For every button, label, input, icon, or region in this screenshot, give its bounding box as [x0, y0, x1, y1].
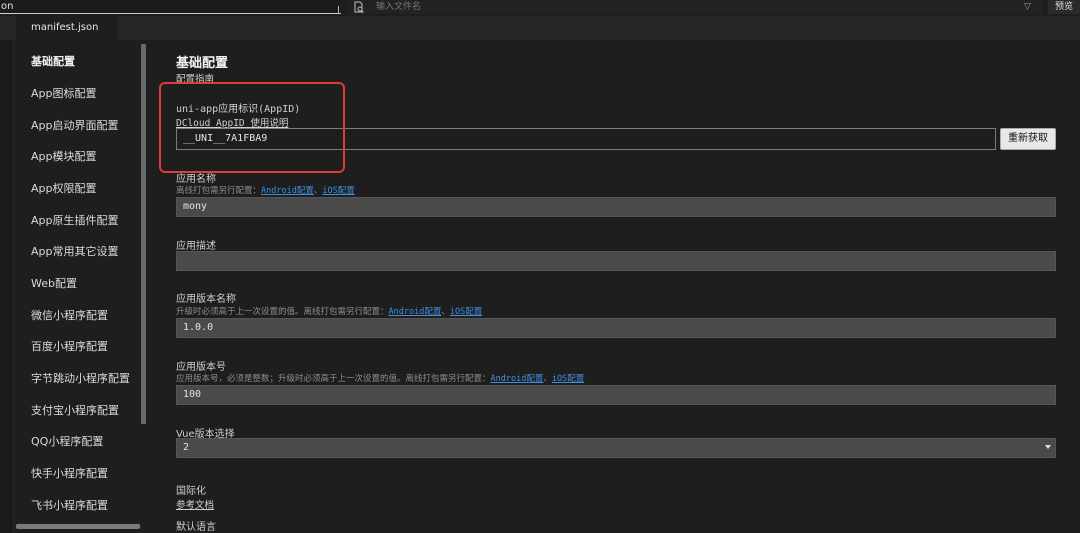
version-code-hint: 应用版本号，必须是整数；升级时必须高于上一次设置的值。离线打包需另行配置：And…	[176, 372, 584, 384]
hint-separator: 、	[543, 374, 552, 384]
left-gutter	[0, 40, 14, 533]
refetch-appid-button[interactable]: 重新获取	[1000, 128, 1056, 150]
sidebar-item-app-icon[interactable]: App图标配置	[31, 85, 97, 101]
filter-icon[interactable]: ▽	[1024, 1, 1031, 13]
sidebar-item-toutiao[interactable]: 字节跳动小程序配置	[31, 370, 130, 386]
version-code-hint-text: 应用版本号，必须是整数；升级时必须高于上一次设置的值。离线打包需另行配置：	[176, 374, 491, 384]
app-name-hint: 离线打包需另行配置：Android配置、iOS配置	[176, 184, 355, 196]
app-name-ios-link[interactable]: iOS配置	[322, 186, 354, 196]
version-name-hint-text: 升级时必须高于上一次设置的值。离线打包需另行配置：	[176, 307, 389, 317]
horizontal-scrollbar[interactable]	[16, 524, 140, 529]
version-name-label: 应用版本名称	[176, 294, 236, 305]
app-desc-label: 应用描述	[176, 241, 216, 252]
hint-separator: 、	[441, 307, 450, 317]
sidebar-item-baidu[interactable]: 百度小程序配置	[31, 338, 108, 354]
app-name-field[interactable]: mony	[176, 197, 1056, 217]
version-code-android-link[interactable]: Android配置	[491, 374, 544, 384]
highlight-annotation	[159, 82, 345, 173]
sidebar-item-weixin[interactable]: 微信小程序配置	[31, 307, 108, 323]
version-name-android-link[interactable]: Android配置	[389, 307, 442, 317]
sidebar-item-app-native-plugins[interactable]: App原生插件配置	[31, 212, 119, 228]
sidebar-item-app-other-settings[interactable]: App常用其它设置	[31, 243, 119, 259]
app-desc-field[interactable]	[176, 251, 1056, 271]
app-name-android-link[interactable]: Android配置	[261, 186, 314, 196]
sidebar-item-qq[interactable]: QQ小程序配置	[31, 433, 103, 449]
sidebar-item-alipay[interactable]: 支付宝小程序配置	[31, 402, 119, 418]
chevron-down-icon	[1045, 445, 1051, 449]
preview-button[interactable]: 预览	[1048, 0, 1080, 14]
version-code-field[interactable]: 100	[176, 385, 1056, 405]
tab-manifest[interactable]: manifest.json	[16, 16, 118, 40]
input-corner-mark	[338, 6, 339, 14]
version-name-ios-link[interactable]: iOS配置	[450, 307, 482, 317]
sidebar-item-kuaishou[interactable]: 快手小程序配置	[31, 465, 108, 481]
sidebar-item-app-modules[interactable]: App模块配置	[31, 148, 97, 164]
editor-tab-strip	[0, 16, 1080, 40]
sidebar-item-web[interactable]: Web配置	[31, 275, 77, 291]
file-search-icon	[354, 1, 364, 13]
version-code-ios-link[interactable]: iOS配置	[552, 374, 584, 384]
version-name-field[interactable]: 1.0.0	[176, 318, 1056, 338]
sidebar-scrollbar[interactable]	[141, 44, 146, 424]
app-name-label: 应用名称	[176, 174, 216, 185]
sidebar-item-lark[interactable]: 飞书小程序配置	[31, 497, 108, 513]
vue-version-select[interactable]: 2	[176, 438, 1056, 458]
file-name-input[interactable]	[376, 0, 976, 14]
i18n-doc-link[interactable]: 参考文档	[176, 497, 214, 511]
version-code-label: 应用版本号	[176, 362, 226, 373]
page-title: 基础配置	[176, 56, 229, 71]
default-lang-label: 默认语言	[176, 522, 216, 533]
path-input[interactable]: on	[0, 0, 341, 14]
version-name-hint: 升级时必须高于上一次设置的值。离线打包需另行配置：Android配置、iOS配置	[176, 305, 482, 317]
app-name-hint-text: 离线打包需另行配置：	[176, 186, 262, 196]
sidebar-item-app-splash[interactable]: App启动界面配置	[31, 117, 119, 133]
sidebar-item-basic[interactable]: 基础配置	[31, 53, 75, 69]
sidebar-item-app-permissions[interactable]: App权限配置	[31, 180, 97, 196]
i18n-label: 国际化	[176, 486, 206, 497]
vue-version-value: 2	[183, 442, 190, 453]
